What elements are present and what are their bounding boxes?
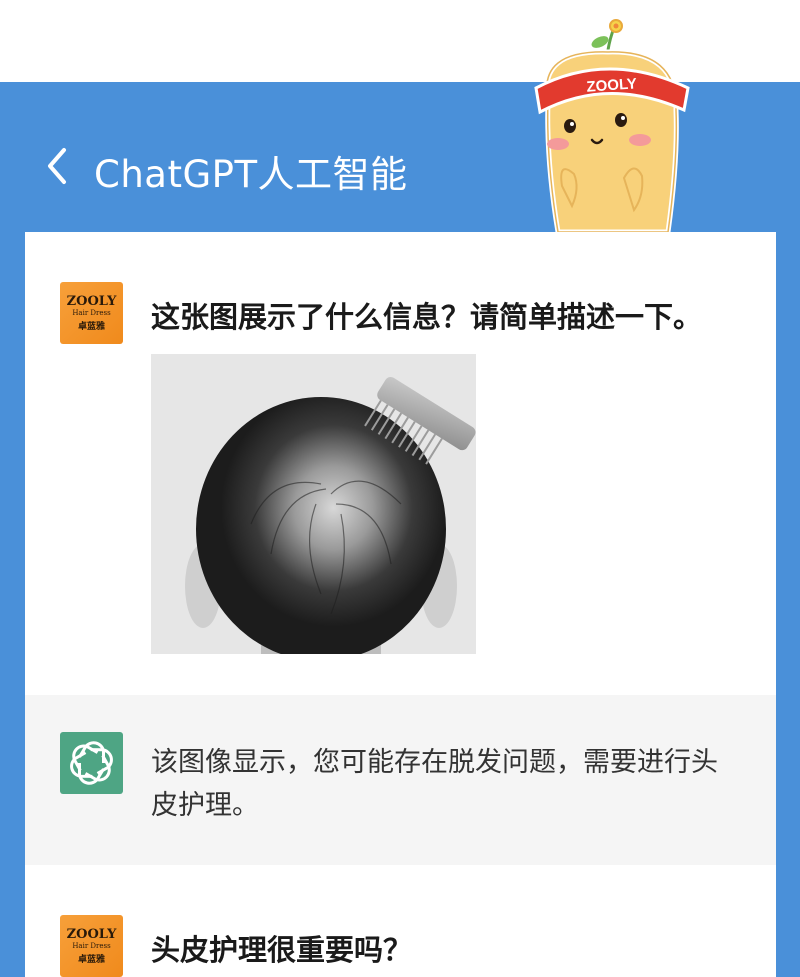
user-avatar: ZOOLY Hair Dress 卓蓝雅 (60, 282, 123, 344)
logo-text: ZOOLY (66, 294, 117, 309)
user-avatar: ZOOLY Hair Dress 卓蓝雅 (60, 915, 123, 977)
assistant-message-text: 该图像显示，您可能存在脱发问题，需要进行头皮护理。 (151, 747, 718, 821)
user-message-text: 这张图展示了什么信息？请简单描述一下。 (151, 300, 703, 334)
user-message: ZOOLY Hair Dress 卓蓝雅 头皮护理很重要吗？ (25, 865, 776, 977)
user-message-text: 头皮护理很重要吗？ (151, 933, 413, 967)
page-title: ChatGPT人工智能 (94, 153, 408, 196)
logo-chinese: 卓蓝雅 (77, 955, 105, 965)
assistant-avatar (60, 732, 123, 794)
chevron-left-icon (48, 148, 66, 184)
attached-image[interactable] (151, 354, 476, 654)
mascot-illustration: ZOOLY (534, 19, 690, 232)
logo-chinese: 卓蓝雅 (77, 322, 105, 332)
openai-logo-icon (70, 741, 113, 785)
chat-card: ZOOLY Hair Dress 卓蓝雅 这张图展示了什么信息？请简单描述一下。 (25, 232, 776, 977)
mascot-label: ZOOLY (586, 75, 637, 95)
logo-text: ZOOLY (66, 927, 117, 942)
assistant-message: 该图像显示，您可能存在脱发问题，需要进行头皮护理。 (25, 695, 776, 865)
back-button[interactable] (36, 144, 80, 188)
user-message: ZOOLY Hair Dress 卓蓝雅 这张图展示了什么信息？请简单描述一下。 (25, 232, 776, 695)
logo-subtitle: Hair Dress (72, 309, 111, 317)
logo-subtitle: Hair Dress (72, 942, 111, 950)
scalp-photo (151, 354, 476, 654)
